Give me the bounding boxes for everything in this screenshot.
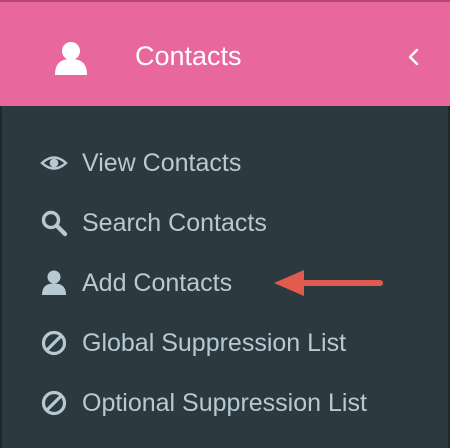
contacts-header[interactable]: Contacts [0,2,450,106]
eye-icon [40,156,68,170]
menu-item-label: View Contacts [82,149,242,177]
sidebar-screenshot: Contacts View Contacts Search Contacts A… [0,0,450,448]
ban-icon [41,390,67,416]
menu-item-label: Search Contacts [82,209,267,237]
search-icon [41,210,68,237]
menu-item-label: Optional Suppression List [82,389,367,417]
menu-item-label: Global Suppression List [82,329,347,357]
menu-item-label: Add Contacts [82,269,233,297]
arrow-left-icon [274,270,383,296]
user-icon [55,42,87,75]
user-icon [42,270,66,295]
ban-icon [41,330,67,356]
chevron-left-icon[interactable] [406,47,420,67]
section-title: Contacts [135,41,242,71]
